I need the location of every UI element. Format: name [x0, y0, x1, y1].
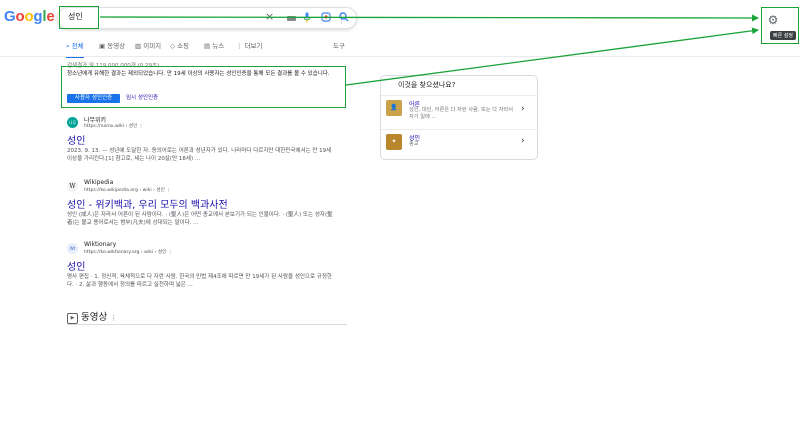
result-title[interactable]: 성인 — [67, 258, 85, 273]
mic-icon[interactable] — [303, 12, 311, 27]
panel-item-desc: 성인, 대인, 어른은 다 자란 사람, 또는 다 자라서 자기 일에 ... — [409, 107, 514, 120]
notice-highlight-box — [61, 66, 346, 108]
lens-icon[interactable] — [321, 12, 331, 26]
result-site[interactable]: Wiktionary — [84, 241, 116, 248]
video-section-heading[interactable]: ▶ 동영상 ⋮ — [67, 309, 117, 324]
query-highlight-box — [59, 6, 99, 29]
adult-thumbnail: 👤 — [386, 100, 402, 116]
saint-thumbnail: ✦ — [386, 134, 402, 150]
tab-images[interactable]: ▨ 이미지 — [135, 40, 161, 50]
play-icon: ▶ — [67, 313, 78, 324]
tab-more[interactable]: ⋮ 더보기 — [236, 40, 263, 50]
google-logo[interactable]: Google — [4, 8, 55, 25]
result-title[interactable]: 성인 - 위키백과, 우리 모두의 백과사전 — [67, 196, 228, 211]
more-options-icon[interactable]: ⋮ — [110, 314, 117, 322]
result-url[interactable]: https://ko.wiktionary.org › wiki › 성인 ⋮ — [84, 249, 172, 255]
did-you-mean-panel: 이것을 찾으셨나요? 👤 어른 성인, 대인, 어른은 다 자란 사람, 또는 … — [380, 75, 538, 160]
panel-item[interactable]: 👤 어른 성인, 대인, 어른은 다 자란 사람, 또는 다 자라서 자기 일에… — [381, 95, 537, 129]
tools-button[interactable]: 도구 — [333, 40, 345, 50]
chevron-right-icon[interactable]: › — [521, 104, 525, 114]
search-box[interactable]: 성인 × — [57, 7, 357, 29]
panel-item[interactable]: ✦ 성인 종교 › — [381, 129, 537, 159]
namu-favicon: 나무 — [67, 117, 78, 128]
clear-icon[interactable]: × — [265, 11, 274, 23]
tab-news[interactable]: ▤ 뉴스 — [204, 40, 224, 50]
panel-title: 이것을 찾으셨나요? — [398, 81, 456, 89]
tab-shopping[interactable]: ◇ 쇼핑 — [170, 40, 189, 50]
search-tabs: ⌕ 전체 ▣ 동영상 ▨ 이미지 ◇ 쇼핑 ▤ 뉴스 ⋮ 더보기 — [66, 40, 346, 58]
result-snippet: 명사 편집 · 1. 정신적, 육체적으로 다 자란 사람. 한국의 민법 제4… — [67, 274, 332, 288]
result-snippet: 성인 (成人)은 자라서 어른이 된 사람이다. · (聖人)은 어떤 종교에서… — [67, 212, 333, 226]
result-site[interactable]: Wikipedia — [84, 179, 113, 186]
wiktionary-favicon: Wt — [67, 243, 78, 254]
tab-divider — [0, 56, 800, 57]
wikipedia-favicon: W — [67, 181, 78, 192]
result-url[interactable]: https://namu.wiki › 성인 ⋮ — [84, 123, 143, 129]
result-title[interactable]: 성인 — [67, 132, 85, 147]
result-url[interactable]: https://ko.wikipedia.org › wiki › 성인 ⋮ — [84, 187, 171, 193]
result-snippet: 2023. 9. 13. — 성년에 도달한 자. 동의어로는 어른과 성년자가… — [67, 148, 332, 162]
settings-highlight-box — [761, 7, 799, 44]
tab-videos[interactable]: ▣ 동영상 — [99, 40, 125, 50]
panel-item-desc: 종교 — [409, 141, 419, 147]
search-icon[interactable] — [339, 12, 349, 26]
section-divider — [67, 324, 347, 325]
chevron-right-icon[interactable]: › — [521, 136, 525, 146]
keyboard-icon[interactable] — [287, 16, 296, 21]
